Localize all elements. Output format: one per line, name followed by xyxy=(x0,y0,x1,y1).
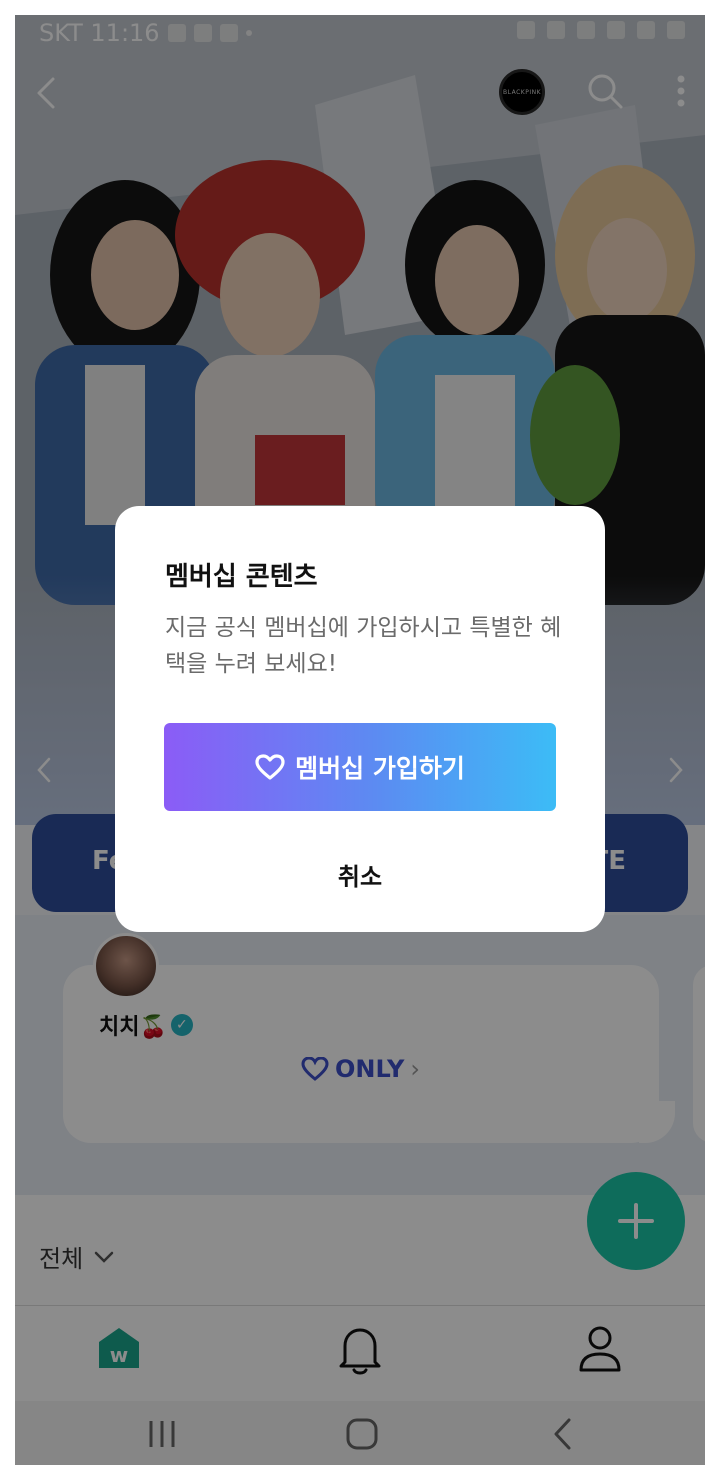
membership-heart-icon xyxy=(255,754,285,780)
phone-screen: SKT 11:16 BLACKPINK Fe TE 치치🍒 ✓ ONLY › 전… xyxy=(15,15,705,1465)
join-membership-button[interactable]: 멤버십 가입하기 xyxy=(164,723,556,811)
membership-dialog: 멤버십 콘텐츠 지금 공식 멤버십에 가입하시고 특별한 혜택을 누려 보세요!… xyxy=(115,506,605,932)
dialog-title: 멤버십 콘텐츠 xyxy=(165,562,318,592)
dialog-description: 지금 공식 멤버십에 가입하시고 특별한 혜택을 누려 보세요! xyxy=(165,615,562,677)
join-membership-label: 멤버십 가입하기 xyxy=(295,754,465,783)
cancel-button[interactable]: 취소 xyxy=(295,854,425,894)
